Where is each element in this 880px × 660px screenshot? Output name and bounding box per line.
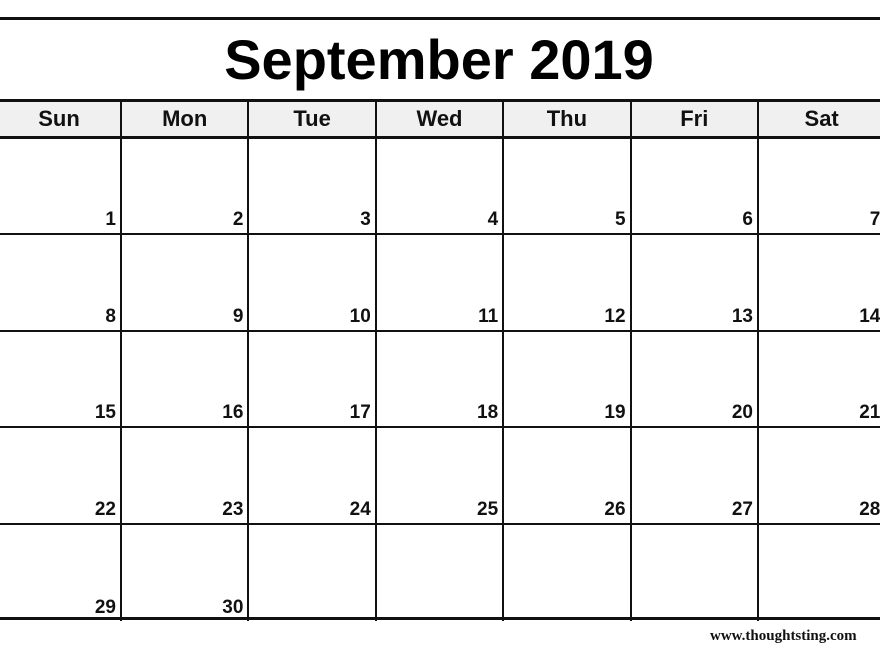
- day-number: 23: [222, 498, 244, 520]
- week-row: 22 23 24 25 26 27 28: [0, 428, 880, 525]
- day-number: 17: [349, 402, 371, 424]
- day-cell: 14: [759, 235, 880, 329]
- day-number: 29: [94, 596, 116, 618]
- day-cell: 11: [377, 235, 505, 330]
- day-cell: [504, 524, 632, 621]
- day-number: 10: [349, 305, 371, 327]
- day-number: 14: [859, 305, 880, 327]
- day-number: 8: [105, 305, 116, 327]
- day-cell: 21: [759, 332, 880, 426]
- day-cell: 18: [377, 331, 505, 427]
- calendar-title: September 2019: [224, 28, 654, 91]
- weekday-tue: Tue: [249, 102, 377, 136]
- day-number: 27: [731, 498, 753, 520]
- week-row: 8 9 10 11 12 13 14: [0, 235, 880, 332]
- day-number: 5: [614, 209, 626, 231]
- day-number: 21: [859, 402, 880, 424]
- day-cell: 12: [504, 235, 632, 330]
- day-number: 30: [222, 596, 244, 618]
- day-number: 12: [604, 305, 626, 327]
- day-cell: 22: [0, 428, 122, 523]
- weekday-header-row: Sun Mon Tue Wed Thu Fri Sat: [0, 99, 880, 139]
- day-number: 13: [731, 305, 753, 327]
- day-cell: 27: [632, 428, 759, 523]
- weekday-wed: Wed: [377, 102, 505, 136]
- day-cell: 10: [249, 235, 377, 330]
- day-cell: 16: [122, 331, 250, 427]
- day-cell: 26: [504, 428, 632, 523]
- day-number: 1: [105, 209, 116, 231]
- day-cell: [759, 525, 880, 621]
- day-cell: 8: [0, 235, 122, 330]
- day-cell: [377, 524, 505, 621]
- day-cell: 23: [122, 428, 250, 523]
- calendar-grid: 1 2 3 4 5 6 7 8 9 10 11 12 13 14 15 16 17 18 19 20 21 22 23 24 2…: [0, 139, 880, 621]
- day-number: 24: [349, 498, 371, 520]
- day-cell: 7: [759, 139, 880, 233]
- day-cell: 13: [632, 235, 759, 330]
- week-row: 15 16 17 18 19 20 21: [0, 331, 880, 429]
- day-number: 2: [232, 209, 244, 231]
- day-cell: 3: [249, 139, 377, 234]
- day-number: 15: [94, 402, 116, 424]
- weekday-mon: Mon: [122, 102, 250, 136]
- weekday-sat: Sat: [759, 102, 880, 136]
- day-cell: [632, 524, 759, 621]
- day-cell: [249, 524, 377, 621]
- day-cell: 4: [377, 139, 505, 234]
- weekday-thu: Thu: [504, 102, 632, 136]
- day-cell: 1: [0, 139, 122, 234]
- day-number: 26: [604, 498, 626, 520]
- day-cell: 2: [122, 139, 250, 234]
- day-number: 20: [731, 402, 753, 424]
- calendar: September 2019 Sun Mon Tue Wed Thu Fri Sat 123…: [0, 17, 880, 621]
- day-cell: 25: [377, 428, 505, 523]
- day-number: 6: [742, 209, 753, 231]
- day-number: 28: [859, 498, 880, 520]
- day-number: 7: [869, 209, 880, 231]
- day-cell: 9: [122, 235, 250, 330]
- week-row: 1 2 3 4 5 6 7: [0, 139, 880, 236]
- day-cell: 29: [0, 524, 122, 621]
- day-number: 4: [487, 209, 499, 231]
- day-cell: 17: [249, 331, 377, 427]
- day-number: 11: [478, 305, 499, 327]
- day-cell: 28: [759, 428, 880, 522]
- day-cell: 6: [632, 139, 759, 234]
- day-number: 25: [477, 498, 499, 520]
- day-cell: 5: [504, 139, 632, 234]
- weekday-fri: Fri: [632, 102, 759, 136]
- weekday-sun: Sun: [0, 102, 122, 136]
- day-cell: 15: [0, 331, 122, 427]
- day-cell: 19: [504, 331, 632, 427]
- day-cell: 20: [632, 331, 759, 427]
- week-row: 29 30: [0, 524, 880, 621]
- day-number: 18: [477, 402, 499, 424]
- day-cell: 24: [249, 428, 377, 523]
- day-number: 3: [360, 209, 371, 231]
- day-number: 9: [232, 305, 244, 327]
- day-number: 16: [222, 402, 244, 424]
- day-number: 19: [604, 402, 626, 424]
- day-number: 22: [94, 498, 116, 520]
- watermark-url: www.thoughtsting.com: [710, 628, 857, 644]
- day-cell: 30: [122, 524, 250, 621]
